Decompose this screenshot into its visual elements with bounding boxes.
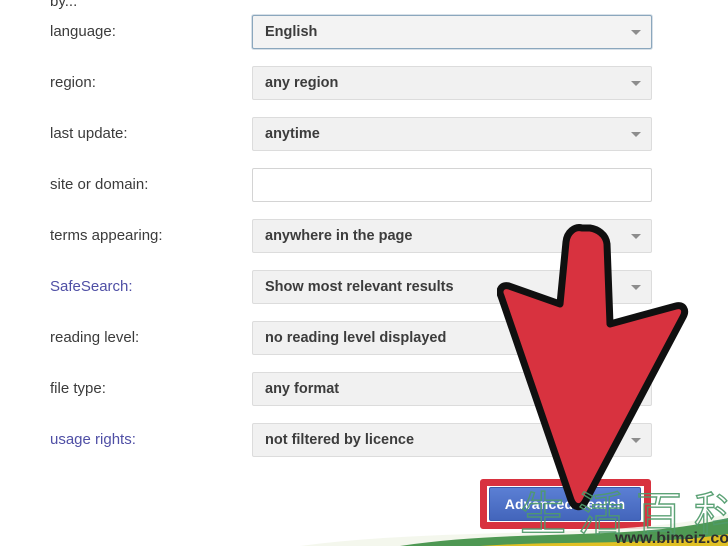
form-row-last-update: last update: anytime	[0, 117, 728, 151]
partial-top-text: by...	[50, 0, 78, 10]
chevron-down-icon	[631, 336, 641, 341]
terms-appearing-select[interactable]: anywhere in the page	[252, 219, 652, 253]
last-update-select-value: anytime	[265, 126, 320, 142]
control-file-type[interactable]: any format	[252, 372, 652, 406]
label-terms-appearing: terms appearing:	[50, 227, 163, 244]
control-last-update[interactable]: anytime	[252, 117, 652, 151]
chevron-down-icon	[631, 132, 641, 137]
region-select[interactable]: any region	[252, 66, 652, 100]
terms-appearing-select-value: anywhere in the page	[265, 228, 413, 244]
chevron-down-icon	[631, 285, 641, 290]
region-select-value: any region	[265, 75, 339, 91]
form-row-safesearch: SafeSearch: Show most relevant results	[0, 270, 728, 304]
control-usage-rights[interactable]: not filtered by licence	[252, 423, 652, 457]
site-or-domain-input[interactable]	[252, 168, 652, 202]
label-region: region:	[50, 74, 96, 91]
language-select[interactable]: English	[252, 15, 652, 49]
control-region[interactable]: any region	[252, 66, 652, 100]
label-last-update: last update:	[50, 125, 128, 142]
control-language[interactable]: English	[252, 15, 652, 49]
file-type-select-value: any format	[265, 381, 340, 397]
chevron-down-icon	[631, 387, 641, 392]
control-safesearch[interactable]: Show most relevant results	[252, 270, 652, 304]
language-select-value: English	[265, 24, 318, 40]
safesearch-select-value: Show most relevant results	[265, 279, 454, 295]
usage-rights-select[interactable]: not filtered by licence	[252, 423, 652, 457]
chevron-down-icon	[631, 438, 641, 443]
form-row-language: language: English	[0, 15, 728, 49]
safesearch-select[interactable]: Show most relevant results	[252, 270, 652, 304]
reading-level-select-value: no reading level displayed	[265, 330, 447, 346]
file-type-select[interactable]: any format	[252, 372, 652, 406]
label-file-type: file type:	[50, 380, 106, 397]
form-row-usage-rights: usage rights: not filtered by licence	[0, 423, 728, 457]
form-row-file-type: file type: any format	[0, 372, 728, 406]
advanced-search-button[interactable]: Advanced Search	[489, 487, 641, 521]
advanced-search-button-wrap: Advanced Search	[489, 487, 641, 521]
control-reading-level[interactable]: no reading level displayed	[252, 321, 652, 355]
form-row-reading-level: reading level: no reading level displaye…	[0, 321, 728, 355]
label-site-or-domain: site or domain:	[50, 176, 149, 193]
watermark-url: www.bimeiz.com	[615, 530, 728, 547]
label-usage-rights[interactable]: usage rights:	[50, 423, 240, 457]
chevron-down-icon	[631, 81, 641, 86]
reading-level-select[interactable]: no reading level displayed	[252, 321, 652, 355]
control-terms-appearing[interactable]: anywhere in the page	[252, 219, 652, 253]
usage-rights-select-value: not filtered by licence	[265, 432, 415, 448]
advanced-search-page: by... language: English region: any regi…	[0, 0, 728, 547]
chevron-down-icon	[631, 234, 641, 239]
label-reading-level: reading level:	[50, 329, 140, 346]
form-row-region: region: any region	[0, 66, 728, 100]
last-update-select[interactable]: anytime	[252, 117, 652, 151]
chevron-down-icon	[631, 30, 641, 35]
form-row-terms-appearing: terms appearing: anywhere in the page	[0, 219, 728, 253]
red-down-arrow-annotation	[496, 222, 697, 512]
watermark-overlay: 生活百科 www.bimeiz.com	[150, 490, 728, 547]
form-row-site-or-domain: site or domain:	[0, 168, 728, 202]
label-language: language:	[50, 23, 116, 40]
label-safesearch[interactable]: SafeSearch:	[50, 270, 240, 304]
control-site-or-domain[interactable]	[252, 168, 652, 202]
